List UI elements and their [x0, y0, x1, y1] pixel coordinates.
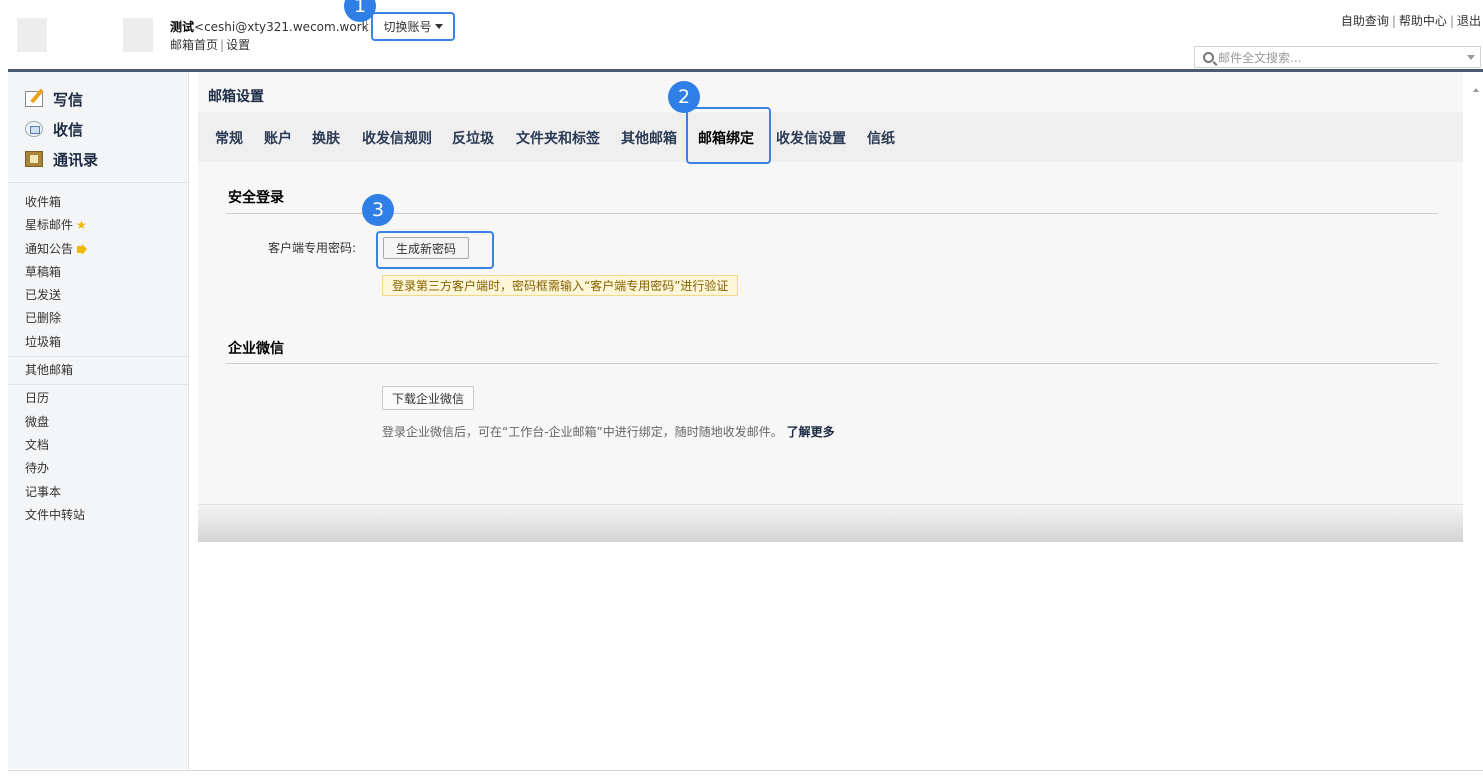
learn-more-link[interactable]: 了解更多 — [787, 425, 835, 439]
sidebar-item-drafts[interactable]: 草稿箱 — [8, 261, 188, 284]
dropdown-arrow-icon[interactable] — [1467, 55, 1475, 60]
help-center-link[interactable]: 帮助中心 — [1399, 14, 1447, 28]
settings-link[interactable]: 设置 — [226, 38, 250, 52]
switch-account-button[interactable]: 切换账号 — [371, 12, 455, 41]
sidebar-item-todo[interactable]: 待办 — [8, 457, 188, 480]
self-query-link[interactable]: 自助查询 — [1341, 14, 1389, 28]
sidebar-item-docs[interactable]: 文档 — [8, 434, 188, 457]
sidebar-item-deleted[interactable]: 已删除 — [8, 307, 188, 330]
panel-footer — [198, 504, 1463, 542]
top-right-links: 自助查询 | 帮助中心 | 退出 — [1340, 14, 1481, 28]
search-icon — [1203, 51, 1214, 63]
caret-down-icon — [434, 24, 443, 29]
sidebar-item-notices[interactable]: 通知公告 — [8, 238, 188, 261]
settings-panel: 邮箱设置 常规 账户 换肤 收发信规则 反垃圾 文件夹和标签 其他邮箱 邮箱绑定… — [198, 72, 1463, 542]
mailbox-home-link[interactable]: 邮箱首页 — [170, 38, 218, 52]
sidebar-item-spam[interactable]: 垃圾箱 — [8, 331, 188, 354]
section-divider — [226, 363, 1438, 364]
sidebar-item-starred[interactable]: 星标邮件 ★ — [8, 214, 188, 237]
address-book-icon — [25, 151, 43, 167]
sidebar-item-other-mailbox[interactable]: 其他邮箱 — [8, 359, 188, 382]
highlight-box-button — [376, 231, 494, 269]
star-icon: ★ — [76, 218, 87, 233]
sidebar-item-notes[interactable]: 记事本 — [8, 481, 188, 504]
download-wecom-button[interactable]: 下载企业微信 — [382, 386, 474, 410]
logout-link[interactable]: 退出 — [1457, 14, 1481, 28]
scroll-up-icon[interactable] — [1473, 88, 1479, 92]
speaker-icon — [77, 243, 88, 255]
tab-other-mailbox[interactable]: 其他邮箱 — [621, 128, 677, 148]
client-password-label: 客户端专用密码: — [268, 241, 357, 255]
receive-label: 收信 — [53, 120, 84, 139]
password-tip: 登录第三方客户端时，密码框需输入“客户端专用密码”进行验证 — [382, 275, 739, 296]
header-links: 邮箱首页 | 设置 — [170, 38, 251, 52]
inbox-icon — [25, 121, 43, 137]
step-badge-3: 3 — [362, 194, 394, 226]
tab-folders-labels[interactable]: 文件夹和标签 — [516, 128, 600, 148]
sidebar: 写信 收信 通讯录 收件箱 星标邮件 ★ 通知公告 草稿箱 已发送 已删除 垃圾箱… — [8, 72, 189, 769]
bottom-border — [8, 770, 1483, 771]
write-mail-button[interactable]: 写信 — [8, 84, 188, 114]
tab-account[interactable]: 账户 — [264, 128, 292, 148]
page-title: 邮箱设置 — [208, 89, 264, 105]
pencil-icon — [25, 91, 43, 107]
write-label: 写信 — [53, 90, 84, 109]
receive-mail-button[interactable]: 收信 — [8, 114, 188, 144]
logo-placeholder — [17, 18, 47, 52]
sidebar-item-drive[interactable]: 微盘 — [8, 411, 188, 434]
tab-skin[interactable]: 换肤 — [312, 128, 340, 148]
wecom-desc-text: 登录企业微信后，可在“工作台-企业邮箱”中进行绑定，随时随地收发邮件。 — [382, 425, 783, 439]
search-placeholder: 邮件全文搜索... — [1218, 50, 1302, 65]
tab-mail-rules[interactable]: 收发信规则 — [362, 128, 432, 148]
contacts-button[interactable]: 通讯录 — [8, 144, 188, 174]
user-name: 测试 — [170, 20, 195, 34]
contacts-label: 通讯录 — [53, 150, 99, 169]
sidebar-item-file-transfer[interactable]: 文件中转站 — [8, 504, 188, 527]
switch-account-label: 切换账号 — [383, 20, 432, 34]
sidebar-item-inbox[interactable]: 收件箱 — [8, 191, 188, 214]
user-email: <ceshi@xty321.wecom.work> — [194, 20, 370, 34]
top-header: 测试<ceshi@xty321.wecom.work> 邮箱首页 | 设置 切换账号… — [0, 0, 1483, 70]
user-info: 测试<ceshi@xty321.wecom.work> — [170, 18, 370, 35]
sidebar-item-calendar[interactable]: 日历 — [8, 387, 188, 410]
logo-placeholder — [123, 18, 153, 52]
highlight-box-tab — [686, 107, 771, 164]
wecom-section-title: 企业微信 — [228, 341, 284, 357]
search-input[interactable]: 邮件全文搜索... — [1194, 46, 1481, 68]
tab-send-receive-settings[interactable]: 收发信设置 — [776, 128, 846, 148]
sidebar-item-sent[interactable]: 已发送 — [8, 284, 188, 307]
security-section-title: 安全登录 — [228, 190, 284, 206]
section-divider — [226, 213, 1438, 214]
tab-general[interactable]: 常规 — [215, 128, 243, 148]
wecom-description: 登录企业微信后，可在“工作台-企业邮箱”中进行绑定，随时随地收发邮件。 了解更多 — [382, 423, 835, 440]
tab-stationery[interactable]: 信纸 — [867, 128, 895, 148]
tab-anti-spam[interactable]: 反垃圾 — [452, 128, 494, 148]
step-badge-2: 2 — [668, 81, 700, 113]
